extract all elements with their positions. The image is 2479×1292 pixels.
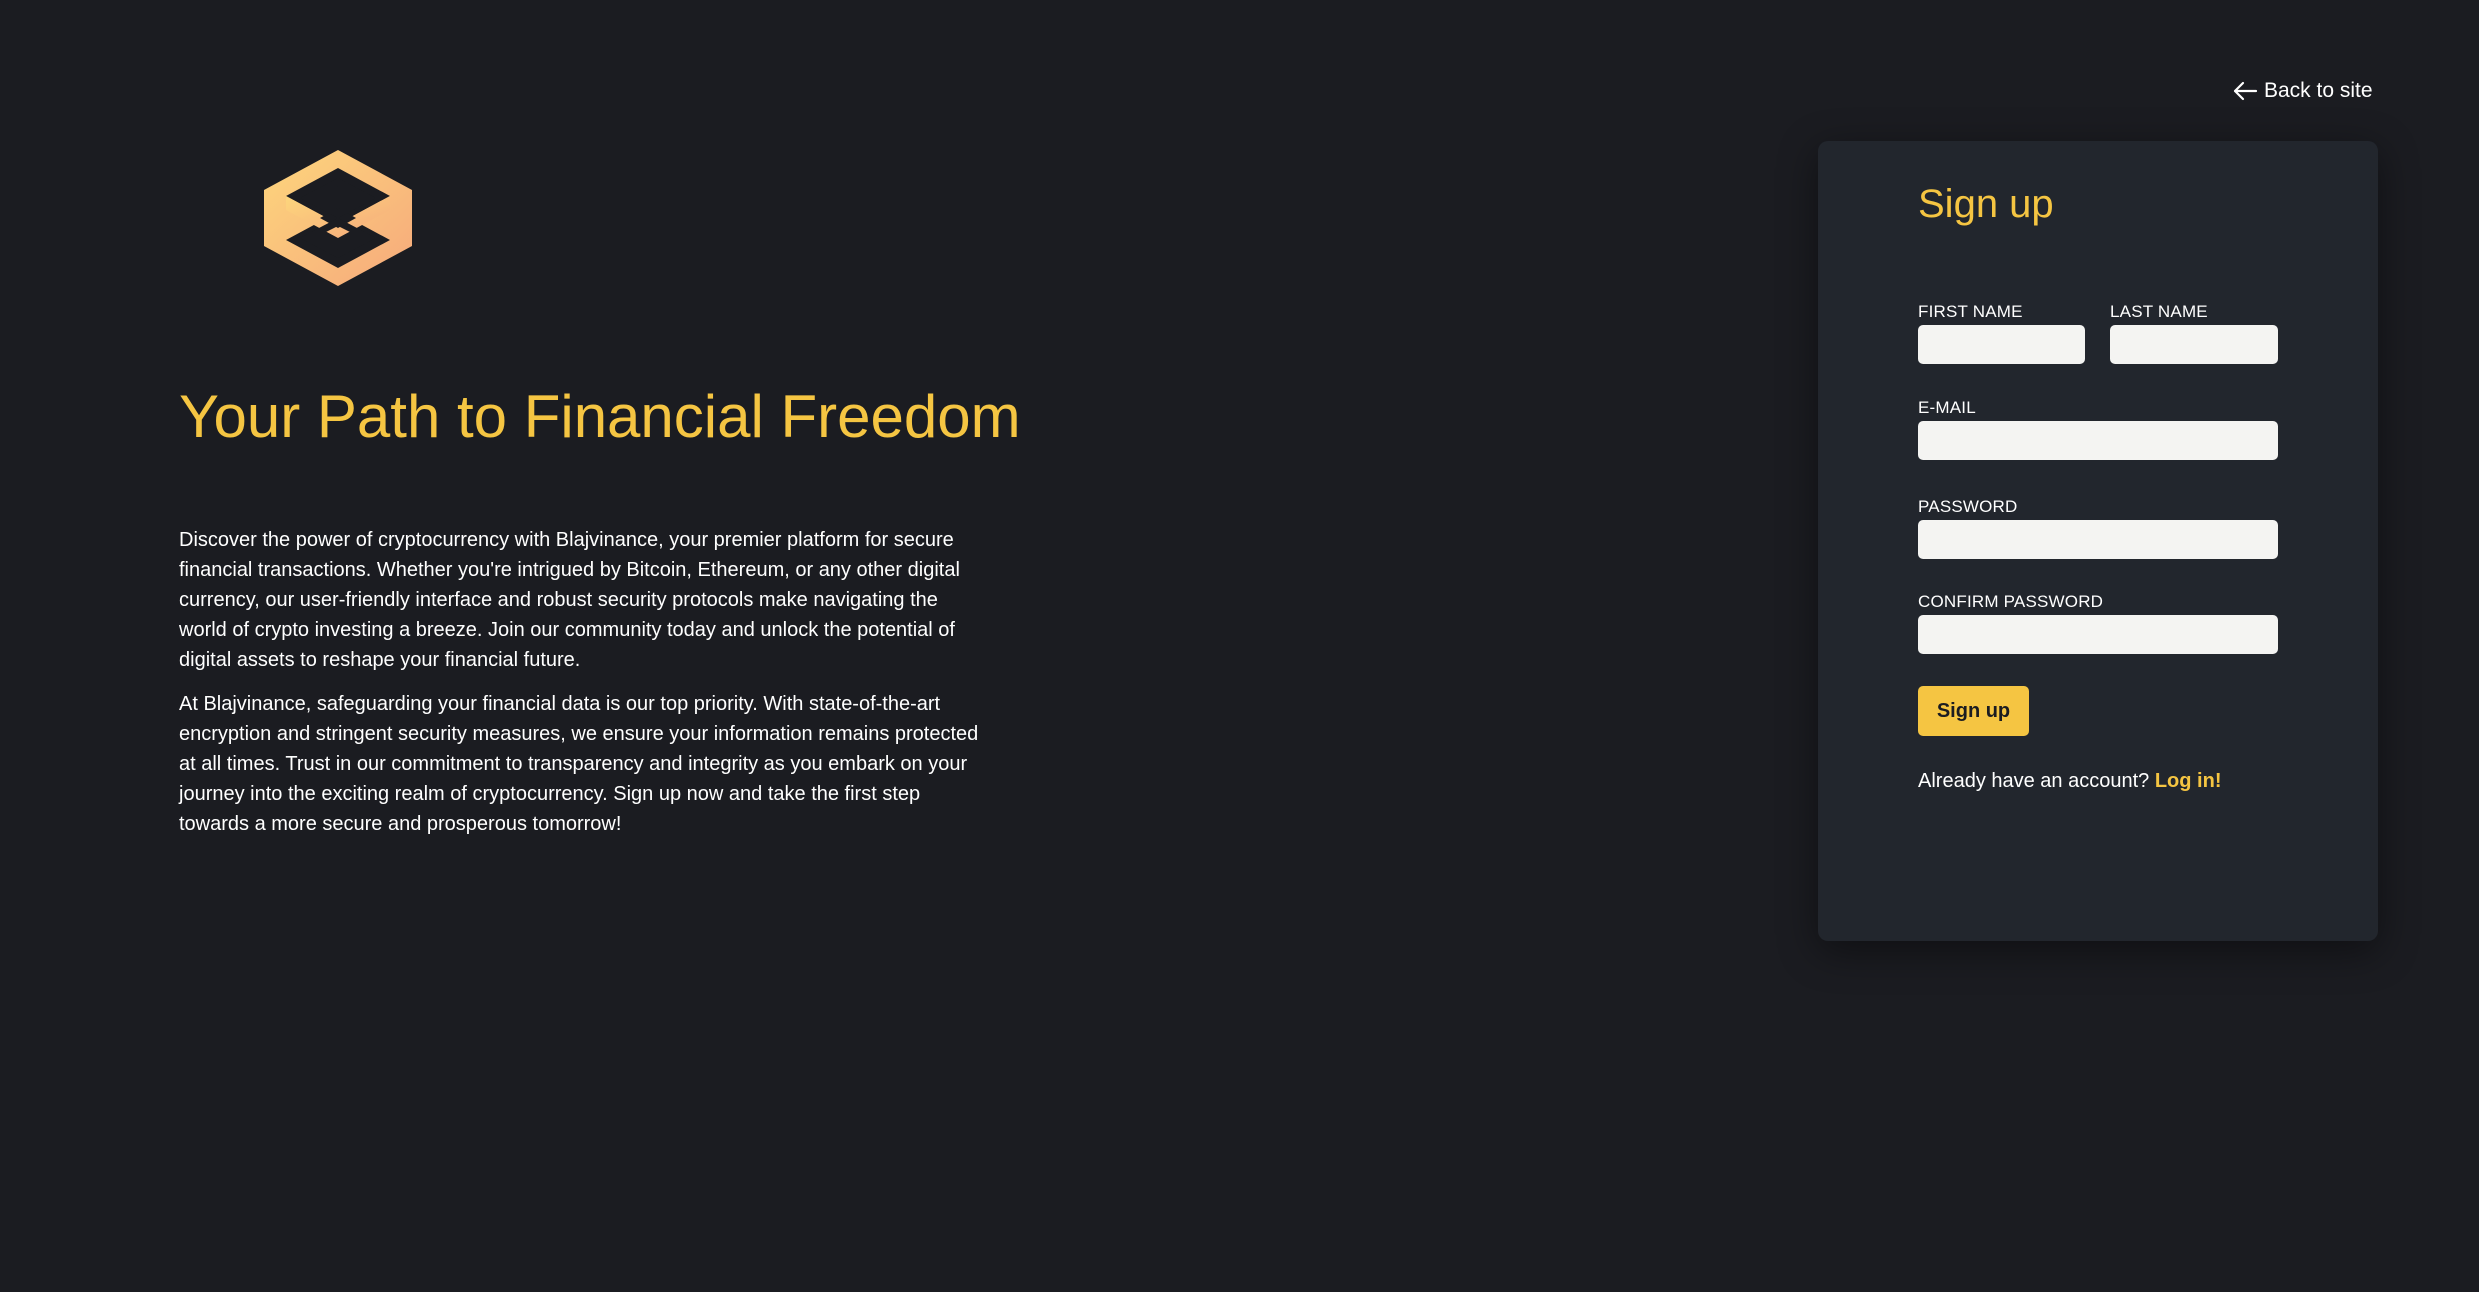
last-name-input[interactable]: [2110, 325, 2278, 364]
sign-up-button[interactable]: Sign up: [1918, 686, 2029, 736]
last-name-label: LAST NAME: [2110, 302, 2208, 321]
hero-paragraph: Discover the power of cryptocurrency wit…: [179, 529, 960, 671]
back-to-site-link[interactable]: Back to site: [2232, 76, 2373, 106]
first-name-input[interactable]: [1918, 325, 2085, 364]
arrow-left-icon: [2232, 80, 2258, 102]
confirm-password-input[interactable]: [1918, 615, 2278, 654]
hero-title: Your Path to Financial Freedom: [179, 383, 1021, 450]
password-label: PASSWORD: [1918, 497, 2018, 516]
email-input[interactable]: [1918, 421, 2278, 460]
signup-card: Sign up FIRST NAME LAST NAME E-MAIL PASS…: [1818, 141, 2378, 941]
confirm-password-label: CONFIRM PASSWORD: [1918, 592, 2104, 611]
hero-description: Discover the power of cryptocurrency wit…: [179, 525, 991, 853]
hero-paragraph: At Blajvinance, safeguarding your financ…: [179, 693, 979, 835]
back-to-site-label: Back to site: [2264, 79, 2373, 102]
login-prompt-row: Already have an account? Log in!: [1918, 767, 2221, 795]
login-link[interactable]: Log in!: [2155, 770, 2222, 792]
email-label: E-MAIL: [1918, 398, 1976, 417]
signup-title: Sign up: [1918, 182, 2054, 226]
first-name-label: FIRST NAME: [1918, 302, 2023, 321]
hexagon-logo-icon: [264, 150, 412, 286]
password-input[interactable]: [1918, 520, 2278, 559]
login-prompt-text: Already have an account?: [1918, 770, 2150, 792]
